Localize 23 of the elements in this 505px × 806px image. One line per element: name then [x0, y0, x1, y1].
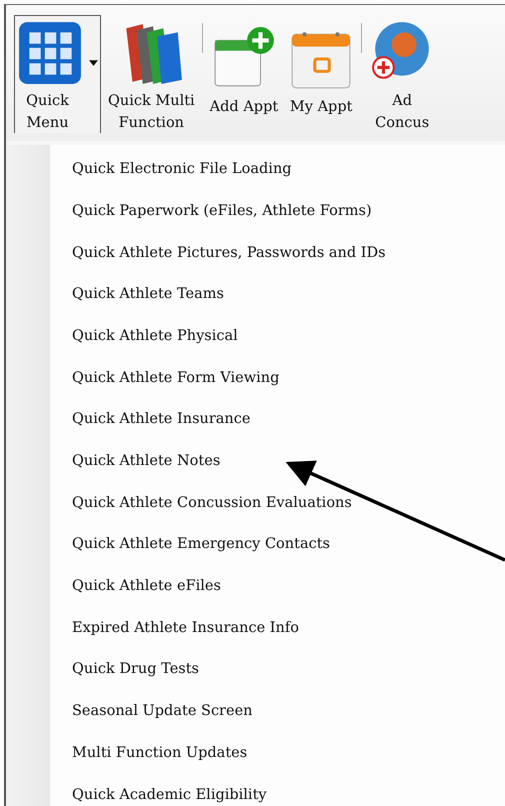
- menu-item[interactable]: Quick Athlete Concussion Evaluations: [72, 490, 386, 516]
- menu-item[interactable]: Quick Drug Tests: [72, 657, 386, 682]
- menu-item[interactable]: Seasonal Update Screen: [72, 699, 386, 724]
- menu-item[interactable]: Quick Athlete Form Viewing: [72, 366, 386, 390]
- menu-item[interactable]: Quick Paperwork (eFiles, Athlete Forms): [72, 198, 386, 224]
- menu-item[interactable]: Quick Athlete Pictures, Passwords and IDs: [72, 240, 386, 266]
- menu-item[interactable]: Quick Athlete Teams: [72, 282, 386, 307]
- caret-icon[interactable]: [89, 60, 98, 66]
- toolbar-button[interactable]: My Appt: [285, 15, 358, 133]
- toolbar-button[interactable]: Ad Concus: [366, 15, 438, 133]
- menu-item[interactable]: Quick Academic Eligibility: [72, 782, 386, 806]
- menu-item[interactable]: Multi Function Updates: [72, 740, 386, 766]
- menu-item[interactable]: Quick Athlete eFiles: [72, 574, 386, 599]
- toolbar-button[interactable]: Quick Menu: [14, 15, 101, 133]
- menu-item[interactable]: Quick Electronic File Loading: [72, 157, 386, 182]
- menu-item[interactable]: Expired Athlete Insurance Info: [72, 616, 386, 640]
- menu-item[interactable]: Quick Athlete Notes: [72, 449, 386, 474]
- menu-item[interactable]: Quick Athlete Physical: [72, 324, 386, 348]
- toolbar-button[interactable]: Quick Multi Function: [105, 15, 198, 133]
- toolbar-button[interactable]: Add Appt: [206, 15, 282, 133]
- menu-item[interactable]: Quick Athlete Insurance: [72, 407, 386, 432]
- menu-item[interactable]: Quick Athlete Emergency Contacts: [72, 532, 386, 557]
- grid-icon: [17, 20, 83, 86]
